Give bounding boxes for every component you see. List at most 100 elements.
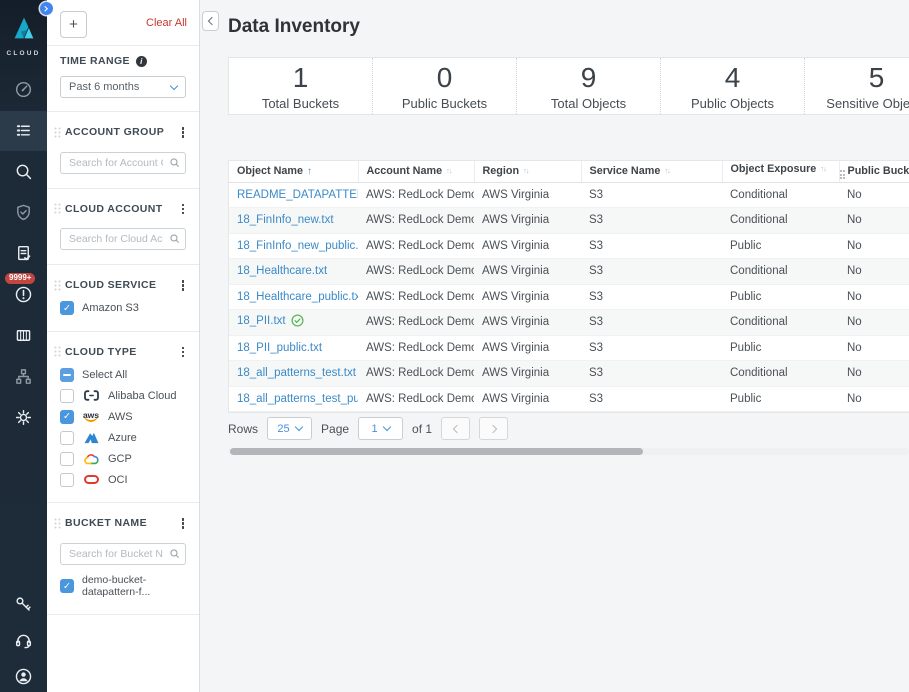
- stat-value: 0: [373, 63, 516, 94]
- drag-handle-icon[interactable]: [54, 127, 61, 138]
- sidebar-item-user-profile[interactable]: [0, 664, 47, 688]
- cloud-type-option-aws[interactable]: ✓awsAWS: [47, 406, 199, 427]
- cell-region: AWS Virginia: [474, 361, 581, 387]
- account-group-search-input[interactable]: [60, 152, 186, 174]
- kebab-menu-icon[interactable]: [177, 515, 190, 532]
- kebab-menu-icon[interactable]: [177, 344, 190, 361]
- column-header-account-name[interactable]: Account Name↑↓: [358, 161, 474, 182]
- column-header-object-exposure[interactable]: Object Exposure↑↓: [722, 161, 839, 182]
- cell-service-name: S3: [581, 310, 722, 336]
- column-label: Region: [483, 165, 520, 177]
- sort-icon[interactable]: ↑↓: [446, 166, 452, 175]
- cloud-type-option-alibaba-cloud[interactable]: Alibaba Cloud: [47, 385, 199, 406]
- cell-region: AWS Virginia: [474, 284, 581, 310]
- object-name-link[interactable]: 18_FinInfo_new_public.txt: [237, 240, 358, 252]
- scrollbar-thumb[interactable]: [230, 448, 643, 455]
- next-page-button[interactable]: [479, 417, 508, 440]
- assets-box-icon: [14, 326, 33, 345]
- cell-region: AWS Virginia: [474, 335, 581, 361]
- time-range-select[interactable]: Past 6 months: [60, 76, 186, 98]
- stat-value: 4: [661, 63, 804, 94]
- sidebar-expand-button[interactable]: [40, 2, 53, 15]
- cloud-type-option-oci[interactable]: OCI: [47, 469, 199, 490]
- cell-object-exposure: Public: [722, 284, 839, 310]
- sidebar-item-inventory-list[interactable]: [0, 111, 47, 151]
- sort-icon[interactable]: ↑↓: [820, 164, 826, 173]
- object-name-link[interactable]: 18_FinInfo_new.txt: [237, 214, 334, 226]
- sidebar-item-settings-gear[interactable]: [0, 406, 47, 430]
- column-header-region[interactable]: Region↑↓: [474, 161, 581, 182]
- cloud-type-option-gcp[interactable]: GCP: [47, 448, 199, 469]
- object-name-link[interactable]: 18_all_patterns_test_publ...: [237, 393, 358, 405]
- object-name-link[interactable]: 18_PII_public.txt: [237, 342, 322, 354]
- sidebar-item-dashboard-gauge[interactable]: [0, 78, 47, 102]
- cloud-type-option-azure[interactable]: Azure: [47, 427, 199, 448]
- add-filter-button[interactable]: +: [60, 11, 87, 38]
- collapse-filter-panel-button[interactable]: [202, 11, 219, 31]
- sidebar-item-compliance-shield[interactable]: [0, 201, 47, 225]
- cell-object-name: 18_FinInfo_new.txt: [229, 208, 358, 234]
- column-header-public-bucket[interactable]: Public Bucket↑↓: [839, 161, 909, 182]
- object-name-link[interactable]: 18_Healthcare_public.txt: [237, 291, 358, 303]
- checkbox-checked[interactable]: ✓: [60, 410, 74, 424]
- sidebar-item-policies-document[interactable]: [0, 242, 47, 266]
- prev-page-button[interactable]: [441, 417, 470, 440]
- rows-per-page-select[interactable]: 25: [267, 417, 312, 440]
- cloud-account-search-input[interactable]: [60, 228, 186, 250]
- sidebar-item-alerts[interactable]: 9999+: [0, 283, 47, 307]
- cloud-service-option-amazon-s3[interactable]: ✓ Amazon S3: [47, 298, 199, 319]
- sidebar-item-support-headset[interactable]: [0, 628, 47, 652]
- column-header-service-name[interactable]: Service Name↑↓: [581, 161, 722, 182]
- sort-icon[interactable]: ↑↓: [523, 166, 529, 175]
- sidebar-item-assets-box[interactable]: [0, 324, 47, 348]
- checkbox-unchecked[interactable]: [60, 473, 74, 487]
- cell-object-exposure: Public: [722, 335, 839, 361]
- page-select[interactable]: 1: [358, 417, 403, 440]
- support-headset-icon: [14, 631, 33, 650]
- cell-public-bucket: No: [839, 335, 909, 361]
- bucket-name-search-input[interactable]: [60, 543, 186, 565]
- sidebar-item-network[interactable]: [0, 365, 47, 389]
- option-label: AWS: [108, 411, 133, 423]
- object-name-link[interactable]: 18_PII.txt: [237, 315, 286, 327]
- kebab-menu-icon[interactable]: [177, 201, 190, 218]
- sort-asc-icon[interactable]: ↑: [307, 166, 312, 177]
- cell-service-name: S3: [581, 208, 722, 234]
- option-label: OCI: [108, 474, 128, 486]
- cloud-type-option-select-all[interactable]: Select All: [47, 364, 199, 385]
- cell-account-name: AWS: RedLock Demo Acc...: [358, 284, 474, 310]
- info-icon[interactable]: i: [136, 56, 147, 67]
- checkbox-indeterminate[interactable]: [60, 368, 74, 382]
- checkbox-checked[interactable]: ✓: [60, 301, 74, 315]
- user-profile-icon: [14, 667, 33, 686]
- cell-service-name: S3: [581, 182, 722, 208]
- checkbox-checked[interactable]: ✓: [60, 579, 74, 593]
- kebab-menu-icon[interactable]: [177, 124, 190, 141]
- clear-all-button[interactable]: Clear All: [146, 17, 187, 29]
- checkbox-unchecked[interactable]: [60, 389, 74, 403]
- object-name-link[interactable]: 18_all_patterns_test.txt: [237, 367, 356, 379]
- object-name-link[interactable]: 18_Healthcare.txt: [237, 265, 327, 277]
- horizontal-scrollbar[interactable]: [228, 448, 909, 455]
- bucket-name-option[interactable]: ✓ demo-bucket-datapattern-f...: [47, 571, 199, 602]
- sort-icon[interactable]: ↑↓: [664, 166, 670, 175]
- table-row: 18_FinInfo_new_public.txtAWS: RedLock De…: [229, 233, 909, 259]
- column-settings-icon[interactable]: [840, 170, 846, 179]
- column-header-object-name[interactable]: Object Name↑: [229, 161, 358, 182]
- cell-object-exposure: Public: [722, 233, 839, 259]
- drag-handle-icon[interactable]: [54, 280, 61, 291]
- kebab-menu-icon[interactable]: [177, 277, 190, 294]
- sidebar-item-access-key[interactable]: [0, 592, 47, 616]
- cell-object-exposure: Conditional: [722, 208, 839, 234]
- option-label: GCP: [108, 453, 132, 465]
- drag-handle-icon[interactable]: [54, 346, 61, 357]
- drag-handle-icon[interactable]: [54, 518, 61, 529]
- drag-handle-icon[interactable]: [54, 203, 61, 214]
- checkbox-unchecked[interactable]: [60, 431, 74, 445]
- compliance-shield-icon: [14, 203, 33, 222]
- sidebar-item-search[interactable]: [0, 160, 47, 184]
- object-name-link[interactable]: README_DATAPATTER...: [237, 189, 358, 201]
- stat-value: 5: [805, 63, 909, 94]
- checkbox-unchecked[interactable]: [60, 452, 74, 466]
- cell-object-exposure: Conditional: [722, 361, 839, 387]
